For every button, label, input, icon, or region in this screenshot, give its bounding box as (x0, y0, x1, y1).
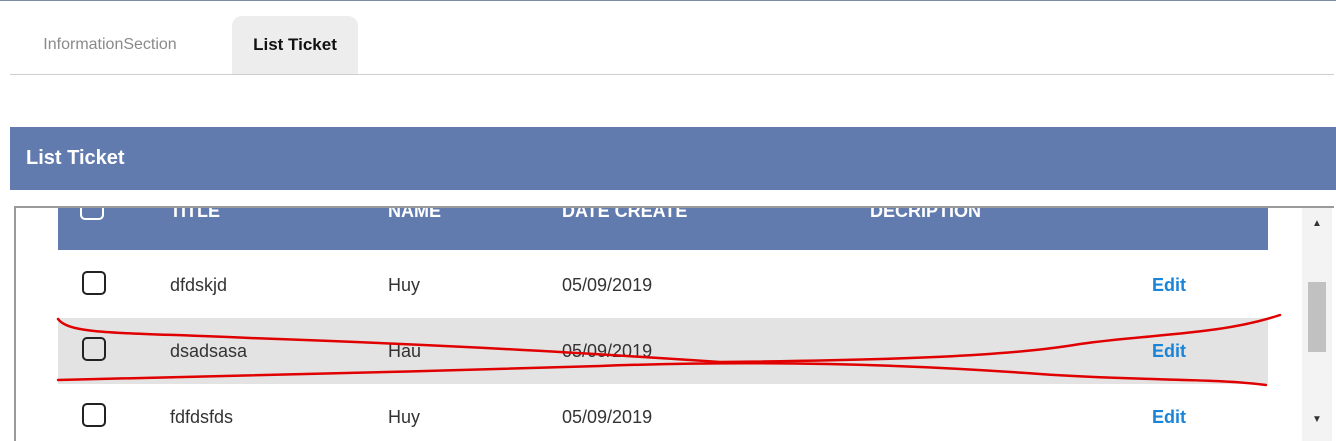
edit-link[interactable]: Edit (1152, 252, 1186, 318)
edit-link[interactable]: Edit (1152, 318, 1186, 384)
cell-date: 05/09/2019 (562, 275, 653, 295)
select-all-checkbox[interactable] (80, 208, 104, 220)
ticket-table: TITLE NAME DATE CREATE DECRIPTION dfdskj… (14, 206, 1334, 441)
tab-list-ticket[interactable]: List Ticket (232, 16, 358, 74)
scroll-up-icon[interactable]: ▲ (1302, 212, 1332, 234)
cell-title: fdfdsfds (170, 407, 234, 427)
scrollbar-thumb[interactable] (1308, 282, 1326, 352)
tab-information-section[interactable]: InformationSection (10, 16, 210, 74)
table-header: TITLE NAME DATE CREATE DECRIPTION (58, 208, 1268, 250)
column-header-title[interactable]: TITLE (170, 208, 220, 232)
cell-name: Huy (388, 407, 421, 427)
cell-name: Hau (388, 341, 422, 361)
column-header-date-create[interactable]: DATE CREATE (562, 208, 687, 232)
row-checkbox[interactable] (82, 403, 106, 427)
panel-title: List Ticket (10, 127, 1336, 190)
column-header-name[interactable]: NAME (388, 208, 441, 232)
edit-link[interactable]: Edit (1152, 384, 1186, 441)
cell-title: dsadsasa (170, 341, 248, 361)
cell-date: 05/09/2019 (562, 341, 653, 361)
table-row: fdfdsfds Huy 05/09/2019 Edit (58, 384, 1268, 441)
cell-name: Huy (388, 275, 421, 295)
scroll-down-icon[interactable]: ▼ (1302, 408, 1332, 430)
column-header-description[interactable]: DECRIPTION (870, 208, 981, 232)
table-row: dfdskjd Huy 05/09/2019 Edit (58, 252, 1268, 318)
row-checkbox[interactable] (82, 271, 106, 295)
cell-title: dfdskjd (170, 275, 228, 295)
row-checkbox[interactable] (82, 337, 106, 361)
top-divider (0, 0, 1336, 1)
tab-bar: InformationSection List Ticket (10, 16, 1334, 75)
vertical-scrollbar[interactable]: ▲ ▼ (1302, 208, 1332, 441)
table-row: dsadsasa Hau 05/09/2019 Edit (58, 318, 1268, 384)
cell-date: 05/09/2019 (562, 407, 653, 427)
